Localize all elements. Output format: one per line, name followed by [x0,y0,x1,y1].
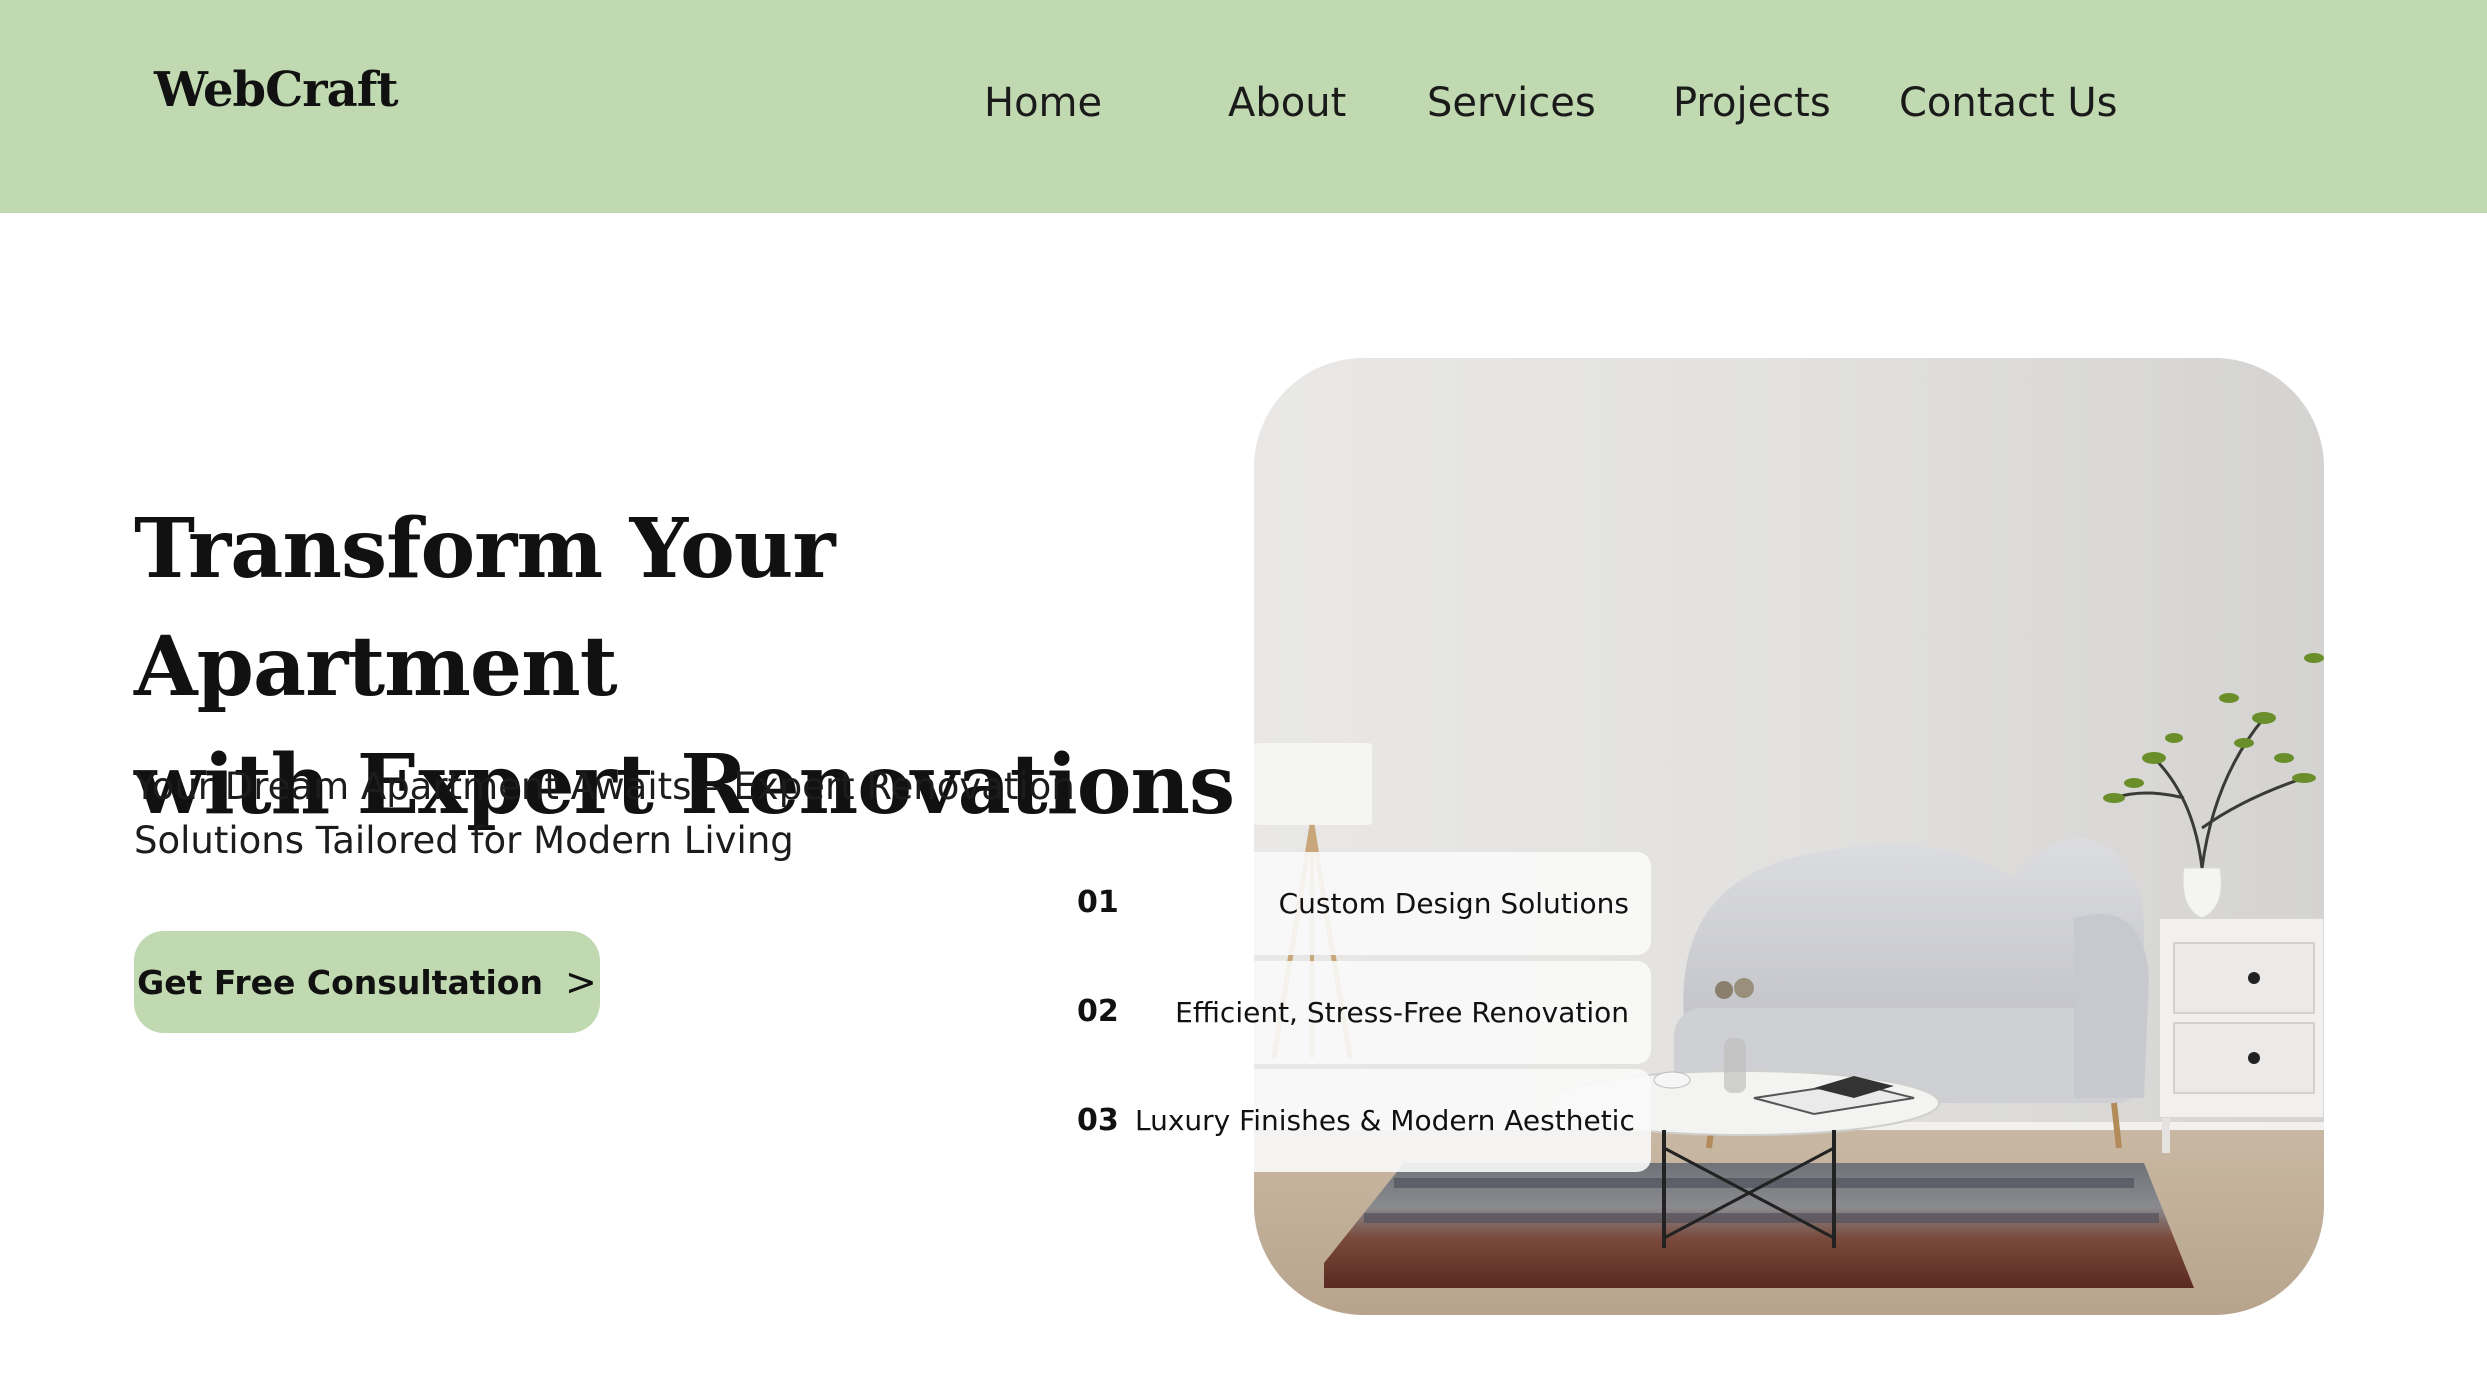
hero-subtitle: Your Dream Apartment Awaits – Expert Ren… [134,760,1134,868]
nav-item-services[interactable]: Services [1427,80,1596,126]
nav-item-about[interactable]: About [1228,80,1346,126]
feature-efficient-renovation: Efficient, Stress-Free Renovation [1175,996,1629,1029]
site-logo[interactable]: WebCraft [154,62,399,118]
nav-item-contact-us[interactable]: Contact Us [1899,80,2117,126]
feature-number-03: 03 [1077,1103,1119,1138]
site-header: WebCraft Home About Services Projects Co… [0,0,2487,213]
cta-label: Get Free Consultation [137,962,543,1002]
nav-item-home[interactable]: Home [984,80,1102,126]
hero-subtitle-line-2: Solutions Tailored for Modern Living [134,819,794,862]
hero-title-line-1: Transform Your Apartment [134,501,836,715]
feature-custom-design-solutions: Custom Design Solutions [1278,887,1629,920]
nav-item-projects[interactable]: Projects [1673,80,1831,126]
get-free-consultation-button[interactable]: Get Free Consultation > [134,931,600,1033]
feature-number-01: 01 [1077,885,1119,920]
feature-luxury-finishes: Luxury Finishes & Modern Aesthetic [1135,1104,1635,1137]
chevron-right-icon: > [564,960,597,1004]
feature-number-02: 02 [1077,994,1119,1029]
hero-subtitle-line-1: Your Dream Apartment Awaits – Expert Ren… [134,765,1075,808]
